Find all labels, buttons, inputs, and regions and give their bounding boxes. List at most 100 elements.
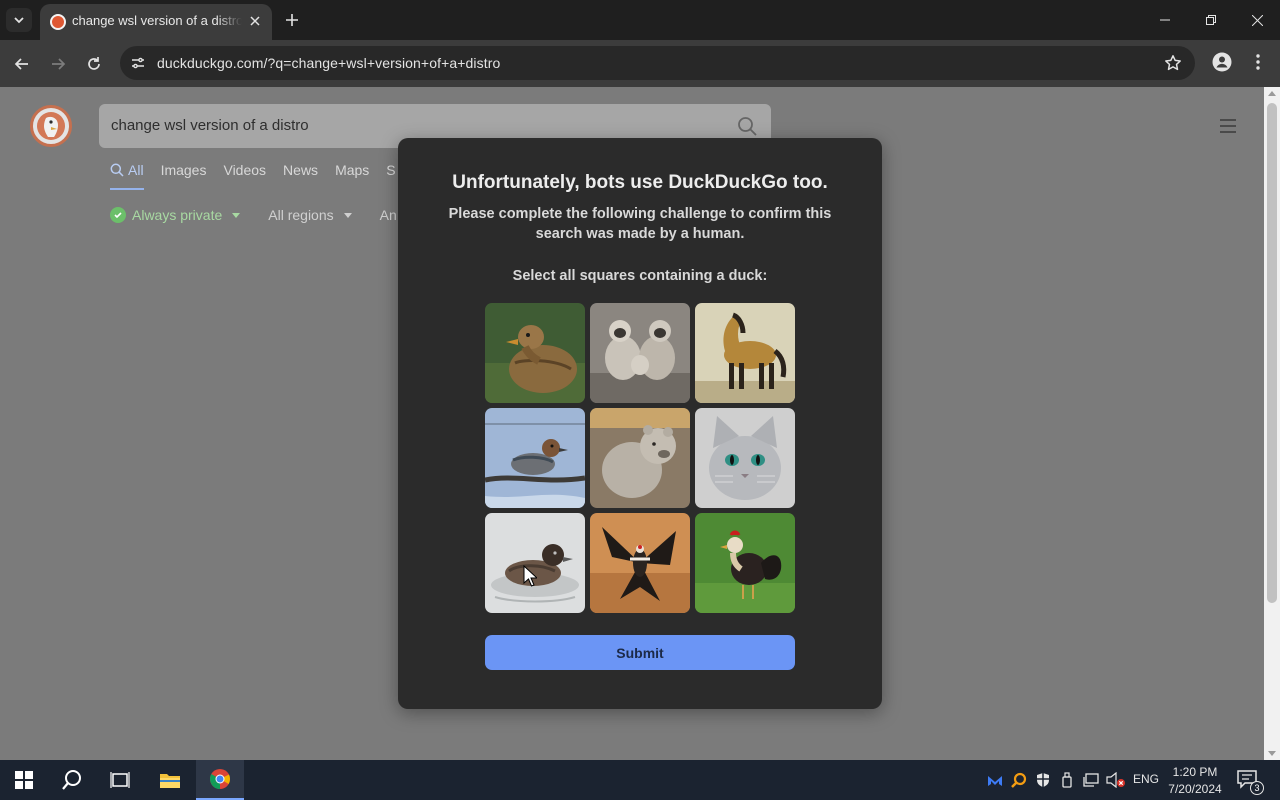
- tab-images[interactable]: Images: [161, 161, 207, 179]
- region-filter-label: All regions: [268, 207, 334, 223]
- search-type-tabs: All Images Videos News Maps S: [110, 161, 396, 190]
- new-tab-button[interactable]: [281, 9, 303, 31]
- magnifier-orange-icon: [1011, 772, 1027, 788]
- caret-down-icon: [343, 212, 352, 218]
- tune-icon: [132, 57, 144, 69]
- action-center-button[interactable]: 3: [1236, 768, 1264, 795]
- minimize-icon: [1160, 19, 1170, 21]
- page-content: change wsl version of a distro All Image…: [0, 87, 1264, 760]
- reload-icon: [88, 57, 100, 70]
- task-view-icon: [110, 772, 130, 788]
- tab-title: change wsl version of a distro at DuckDu…: [72, 13, 242, 28]
- window-close-button[interactable]: [1234, 0, 1280, 40]
- tab-shopping[interactable]: S: [386, 161, 395, 179]
- challenge-tile-duck-on-branch[interactable]: [485, 408, 585, 508]
- reload-button[interactable]: [80, 50, 108, 78]
- tray-malwarebytes[interactable]: [984, 760, 1006, 800]
- challenge-tile-duck-swimming[interactable]: [485, 513, 585, 613]
- scroll-up-icon[interactable]: [1268, 91, 1276, 96]
- browser-toolbar: duckduckgo.com/?q=change+wsl+version+of+…: [0, 40, 1280, 87]
- challenge-tile-rooster[interactable]: [695, 513, 795, 613]
- network-icon: [1083, 773, 1099, 787]
- search-icon: [110, 163, 124, 177]
- restore-icon: [1206, 15, 1216, 25]
- notification-count-badge: 3: [1250, 781, 1264, 795]
- tab-all[interactable]: All: [110, 161, 144, 190]
- task-view-button[interactable]: [96, 760, 144, 800]
- close-icon: [1251, 14, 1263, 26]
- scrollbar-thumb[interactable]: [1267, 103, 1277, 603]
- profile-button[interactable]: [1209, 49, 1235, 75]
- malwarebytes-icon: [988, 776, 1002, 786]
- browser-tab-active[interactable]: change wsl version of a distro at DuckDu…: [40, 4, 272, 40]
- start-button[interactable]: [0, 760, 48, 800]
- arrow-left-icon: [14, 58, 28, 70]
- close-icon: [250, 16, 260, 26]
- input-language-indicator[interactable]: ENG: [1133, 772, 1159, 786]
- tab-videos[interactable]: Videos: [223, 161, 266, 179]
- search-icon[interactable]: [737, 116, 757, 136]
- check-circle-icon: [110, 207, 126, 223]
- challenge-tile-horse[interactable]: [695, 303, 795, 403]
- scroll-down-icon[interactable]: [1268, 751, 1276, 756]
- privacy-filter[interactable]: Always private: [110, 207, 241, 223]
- duckduckgo-logo[interactable]: [30, 105, 72, 147]
- time-filter[interactable]: An: [380, 207, 397, 223]
- back-button[interactable]: [8, 50, 36, 78]
- challenge-tile-bird-flying[interactable]: [590, 513, 690, 613]
- address-bar[interactable]: duckduckgo.com/?q=change+wsl+version+of+…: [120, 46, 1195, 80]
- more-vertical-icon: [1256, 54, 1260, 70]
- file-explorer-button[interactable]: [146, 760, 194, 800]
- volume-muted-icon: [1106, 772, 1125, 788]
- bot-challenge-dialog: Unfortunately, bots use DuckDuckGo too. …: [398, 138, 882, 709]
- time-filter-label: An: [379, 207, 397, 223]
- tab-search-button[interactable]: [6, 8, 32, 32]
- region-filter[interactable]: All regions: [268, 207, 352, 223]
- chrome-taskbar-button[interactable]: [196, 760, 244, 800]
- taskbar-search-button[interactable]: [48, 760, 96, 800]
- url-text: duckduckgo.com/?q=change+wsl+version+of+…: [157, 55, 501, 71]
- tray-search-tool[interactable]: [1008, 760, 1030, 800]
- tray-volume[interactable]: [1104, 760, 1128, 800]
- restore-button[interactable]: [1188, 0, 1234, 40]
- search-filters: Always private All regions An: [110, 205, 425, 225]
- challenge-tile-bear[interactable]: [590, 408, 690, 508]
- challenge-tile-cat[interactable]: [695, 408, 795, 508]
- tab-maps[interactable]: Maps: [335, 161, 369, 179]
- minimize-button[interactable]: [1142, 0, 1188, 40]
- clock-time: 1:20 PM: [1172, 765, 1218, 779]
- challenge-tile-duck[interactable]: [485, 303, 585, 403]
- usb-drive-icon: [1062, 772, 1072, 788]
- site-info-button[interactable]: [128, 53, 148, 73]
- mouse-cursor-icon: [523, 565, 537, 587]
- chevron-down-icon: [14, 17, 24, 24]
- person-icon: [1212, 52, 1232, 72]
- tab-news[interactable]: News: [283, 161, 318, 179]
- tray-security[interactable]: [1032, 760, 1054, 800]
- submit-button[interactable]: Submit: [485, 635, 795, 670]
- bookmark-button[interactable]: [1163, 53, 1183, 73]
- forward-button[interactable]: [44, 50, 72, 78]
- plus-icon: [286, 14, 298, 26]
- tray-usb[interactable]: [1056, 760, 1078, 800]
- search-icon: [62, 770, 81, 790]
- duck-logo-icon: [37, 112, 65, 140]
- duckduckgo-favicon-icon: [50, 14, 66, 30]
- shield-icon: [1037, 773, 1049, 787]
- hamburger-menu-icon[interactable]: [1218, 118, 1238, 134]
- caret-down-icon: [232, 212, 241, 218]
- windows-taskbar: ENG 1:20 PM 7/20/2024 3: [0, 760, 1280, 800]
- arrow-right-icon: [52, 58, 66, 70]
- chrome-icon: [209, 769, 231, 790]
- star-icon: [1165, 55, 1181, 71]
- tab-all-label: All: [128, 162, 144, 178]
- system-clock[interactable]: 1:20 PM 7/20/2024: [1162, 764, 1228, 798]
- windows-logo-icon: [15, 771, 33, 789]
- browser-menu-button[interactable]: [1248, 49, 1268, 75]
- tray-network[interactable]: [1080, 760, 1102, 800]
- page-scrollbar[interactable]: [1264, 87, 1280, 760]
- challenge-tile-monkeys[interactable]: [590, 303, 690, 403]
- privacy-filter-label: Always private: [132, 207, 223, 223]
- challenge-subtitle: Please complete the following challenge …: [448, 206, 832, 242]
- tab-close-button[interactable]: [246, 12, 264, 30]
